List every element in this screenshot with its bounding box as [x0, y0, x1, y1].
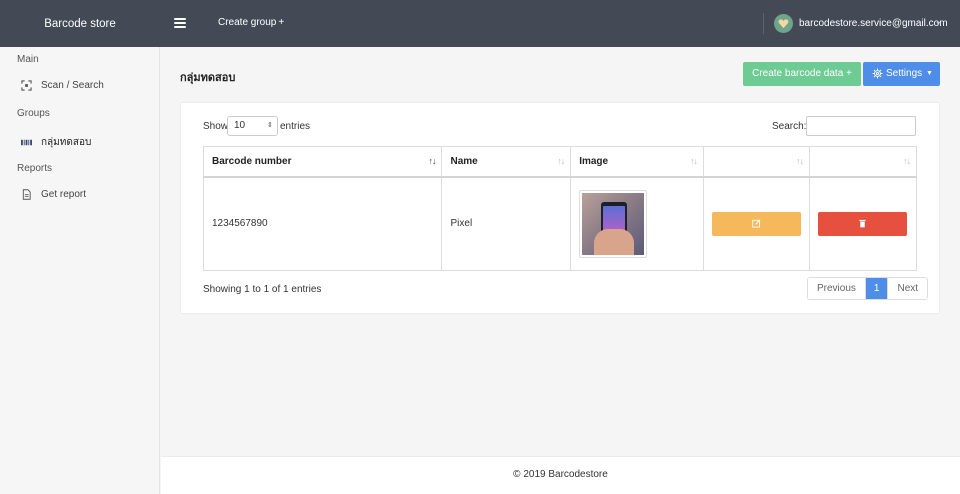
column-header-name[interactable]: Name ↑↓: [441, 146, 572, 178]
create-barcode-button[interactable]: Create barcode data +: [743, 62, 861, 86]
footer-copyright: © 2019 Barcodestore: [513, 469, 608, 480]
gear-icon: [872, 68, 883, 79]
create-group-label: Create group: [218, 17, 277, 28]
document-icon: [22, 189, 31, 200]
footer: © 2019 Barcodestore: [161, 456, 960, 494]
top-navbar: Barcode store Create group + barcodestore…: [0, 0, 960, 47]
chevron-down-icon[interactable]: ⌄: [935, 17, 942, 26]
scan-icon: [21, 80, 32, 91]
search-input[interactable]: [806, 116, 916, 136]
caret-down-icon: ▼: [926, 70, 933, 77]
sort-icon: ↑↓: [796, 156, 804, 166]
sort-icon: ↑↓: [903, 156, 911, 166]
next-page-button[interactable]: Next: [887, 278, 928, 299]
divider: [763, 13, 764, 34]
edit-button[interactable]: [712, 211, 802, 236]
sort-icon: ↑↓: [557, 156, 565, 166]
sidebar: Main Scan / Search Groups กลุ่มทดสอบ Rep…: [0, 47, 160, 494]
sidebar-heading-groups: Groups: [17, 108, 50, 119]
delete-button[interactable]: [818, 211, 907, 236]
avatar[interactable]: [774, 14, 793, 33]
sort-asc-icon: ↑↓: [428, 156, 436, 166]
menu-toggle-icon[interactable]: [174, 18, 186, 28]
page-1-button[interactable]: 1: [865, 278, 888, 299]
sidebar-heading-main: Main: [17, 54, 39, 65]
user-email[interactable]: barcodestore.service@gmail.com: [799, 18, 948, 29]
table-info: Showing 1 to 1 of 1 entries: [203, 284, 322, 295]
page-title: กลุ่มทดสอบ: [180, 72, 236, 84]
sidebar-item-get-report[interactable]: Get report: [21, 189, 86, 200]
sidebar-item-label: Get report: [41, 189, 87, 200]
entries-label: entries: [280, 121, 311, 132]
brand-name[interactable]: Barcode store: [0, 0, 160, 47]
sort-icon: ↑↓: [690, 156, 698, 166]
barcode-table: Barcode number ↑↓ Name ↑↓ Image ↑↓ ↑↓ ↑↓: [202, 146, 917, 271]
sidebar-item-label: Scan / Search: [41, 80, 104, 91]
trash-icon: [859, 219, 866, 228]
sidebar-item-scan-search[interactable]: Scan / Search: [21, 80, 104, 91]
cell-name: Pixel: [441, 176, 572, 271]
table-row: 1234567890 Pixel: [202, 176, 917, 271]
column-header-barcode[interactable]: Barcode number ↑↓: [202, 146, 443, 178]
page-size-value: 10: [234, 120, 246, 131]
plus-icon: +: [278, 17, 285, 28]
pagination: Previous 1 Next: [807, 277, 929, 300]
column-header-edit[interactable]: ↑↓: [703, 146, 810, 178]
table-header-row: Barcode number ↑↓ Name ↑↓ Image ↑↓ ↑↓ ↑↓: [202, 146, 917, 178]
sidebar-heading-reports: Reports: [17, 163, 53, 174]
previous-page-button[interactable]: Previous: [808, 278, 866, 299]
cell-barcode: 1234567890: [202, 176, 443, 271]
cell-image: [570, 176, 705, 271]
sidebar-item-label: กลุ่มทดสอบ: [41, 137, 92, 148]
select-arrows-icon: ⇕: [267, 122, 273, 129]
settings-button[interactable]: Settings ▼: [863, 62, 940, 86]
cell-delete: [809, 176, 917, 271]
cell-edit: [703, 176, 810, 271]
create-group-link[interactable]: Create group +: [218, 17, 284, 28]
page-size-select[interactable]: 10 ⇕: [227, 116, 278, 136]
column-header-delete[interactable]: ↑↓: [809, 146, 917, 178]
settings-label: Settings: [886, 68, 923, 79]
search-label: Search:: [772, 121, 807, 132]
sidebar-item-group[interactable]: กลุ่มทดสอบ: [21, 135, 91, 150]
barcode-icon: [21, 139, 32, 146]
column-header-image[interactable]: Image ↑↓: [570, 146, 705, 178]
show-label: Show: [203, 121, 229, 132]
heart-logo-icon: [778, 19, 789, 29]
edit-icon: [752, 219, 761, 228]
product-image[interactable]: [579, 189, 648, 258]
